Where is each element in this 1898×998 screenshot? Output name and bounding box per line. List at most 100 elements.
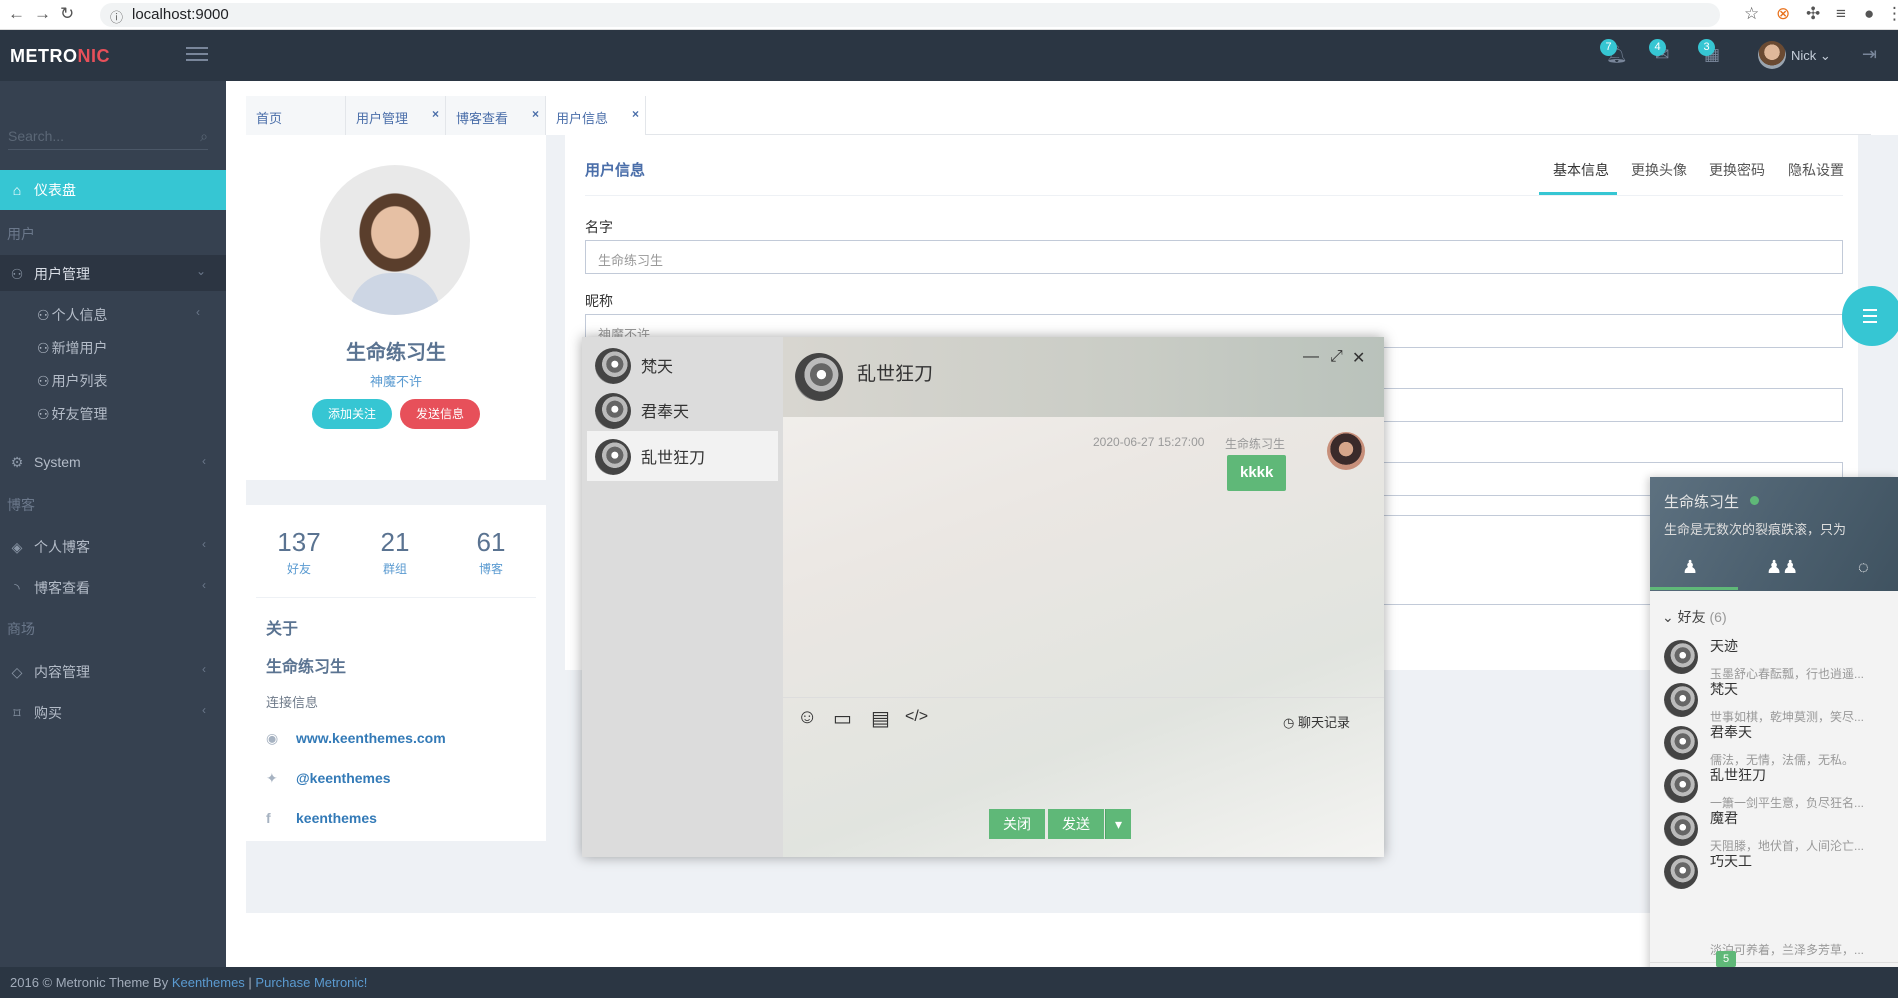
reload-icon[interactable]: ↻ bbox=[60, 4, 74, 24]
chat-close-button[interactable]: 关闭 bbox=[989, 809, 1045, 839]
sidebar-search-input[interactable]: Search... ⌕ bbox=[8, 122, 208, 150]
folder-icon[interactable]: ▤ bbox=[871, 706, 890, 731]
emoji-icon[interactable]: ☺ bbox=[797, 706, 817, 729]
tab-blog-view[interactable]: 博客查看 × bbox=[446, 96, 546, 135]
playlist-icon[interactable]: ≡ bbox=[1836, 4, 1846, 24]
user-icon: ⚇ bbox=[37, 307, 50, 323]
tag-icon: ⌑ bbox=[13, 705, 21, 721]
sidebar-item-buy[interactable]: ⌑ 购买 ‹ bbox=[0, 703, 226, 723]
sidebar-sub-user-list[interactable]: ⚇ 用户列表 bbox=[37, 371, 108, 391]
image-icon[interactable]: ▭ bbox=[833, 706, 852, 731]
send-message-button[interactable]: 发送信息 bbox=[400, 399, 480, 429]
tasks-button[interactable]: 3 ▦ bbox=[1698, 39, 1730, 67]
send-options-button[interactable]: ▾ bbox=[1105, 809, 1131, 839]
twitter-link[interactable]: ✦ @keenthemes bbox=[266, 770, 391, 787]
history-tab-icon[interactable]: ◌ bbox=[1858, 557, 1869, 578]
tab-user-info[interactable]: 用户信息 × bbox=[546, 96, 646, 135]
logo[interactable]: METRONIC bbox=[10, 46, 110, 67]
gear-icon: ⚙ bbox=[10, 454, 24, 470]
close-icon[interactable]: × bbox=[632, 107, 639, 121]
profile-name: 生命练习生 bbox=[346, 342, 446, 364]
sidebar-item-user-management[interactable]: ⚇ 用户管理 ⌄ bbox=[0, 255, 226, 291]
user-name[interactable]: Nick ⌄ bbox=[1791, 48, 1831, 64]
extension-icon[interactable]: ⊗ bbox=[1776, 4, 1790, 24]
tab-privacy[interactable]: 隐私设置 bbox=[1788, 160, 1844, 180]
message-avatar bbox=[1327, 432, 1365, 470]
website-link[interactable]: ◉ www.keenthemes.com bbox=[266, 730, 446, 747]
friend-group-header[interactable]: ⌄ 好友 (6) bbox=[1662, 607, 1727, 627]
tasks-badge: 3 bbox=[1698, 39, 1715, 56]
keenthemes-link[interactable]: Keenthemes bbox=[172, 975, 245, 990]
sidebar-item-my-blog[interactable]: ◈ 个人博客 ‹ bbox=[0, 537, 226, 557]
close-icon[interactable]: × bbox=[432, 107, 439, 121]
chat-toolbar: ☺ ▭ ▤ </> ◷ 聊天记录 bbox=[783, 697, 1384, 737]
sidebar-item-content[interactable]: ◇ 内容管理 ‹ bbox=[0, 662, 226, 682]
section-blog: 博客 bbox=[7, 497, 35, 513]
sidebar-item-system[interactable]: ⚙ System ‹ bbox=[0, 454, 226, 471]
im-signature[interactable]: 生命是无数次的裂痕跌滚，只为 bbox=[1664, 519, 1894, 538]
chat-contact-active[interactable]: 乱世狂刀 bbox=[587, 431, 778, 481]
user-avatar[interactable] bbox=[1758, 41, 1786, 69]
chat-history-button[interactable]: ◷ 聊天记录 bbox=[1283, 712, 1350, 731]
minimize-icon[interactable]: — bbox=[1303, 348, 1319, 366]
active-tab-indicator bbox=[1539, 192, 1617, 195]
follow-button[interactable]: 添加关注 bbox=[312, 399, 392, 429]
im-header: 生命练习生 生命是无数次的裂痕跌滚，只为 ♟ ♟♟ ◌ bbox=[1650, 477, 1898, 591]
inbox-button[interactable]: 4✉ bbox=[1649, 39, 1681, 67]
address-bar[interactable]: ⓘ localhost:9000 bbox=[100, 3, 1720, 27]
name-label: 名字 bbox=[585, 219, 613, 235]
info-icon: ⓘ bbox=[110, 10, 124, 25]
inbox-badge: 4 bbox=[1649, 39, 1666, 56]
chat-header: 乱世狂刀 — ⤢ ✕ bbox=[783, 337, 1384, 417]
quick-menu-button[interactable] bbox=[1842, 286, 1898, 346]
back-icon[interactable]: ← bbox=[8, 4, 25, 24]
purchase-link[interactable]: Purchase Metronic! bbox=[255, 975, 367, 990]
sidebar-item-blog-view[interactable]: ◝ 博客查看 ‹ bbox=[0, 578, 226, 598]
sidebar-sub-profile[interactable]: ⚇ 个人信息 bbox=[37, 305, 108, 325]
notification-button[interactable]: 7 🔔︎ bbox=[1600, 39, 1632, 67]
name-field[interactable]: 生命练习生 bbox=[585, 240, 1843, 274]
user-icon: ⚇ bbox=[37, 340, 50, 356]
facebook-link[interactable]: f keenthemes bbox=[266, 810, 377, 826]
groups-tab-icon[interactable]: ♟♟ bbox=[1766, 557, 1798, 578]
code-icon[interactable]: </> bbox=[905, 708, 928, 726]
chat-main: 乱世狂刀 — ⤢ ✕ 2020-06-27 15:27:00 生命练习生 kkk… bbox=[783, 337, 1384, 857]
avatar bbox=[1664, 855, 1698, 889]
chat-contact[interactable]: 君奉天 bbox=[587, 385, 778, 435]
tab-change-password[interactable]: 更换密码 bbox=[1709, 160, 1765, 180]
close-icon[interactable]: ✕ bbox=[1352, 348, 1365, 368]
maximize-icon[interactable]: ⤢ bbox=[1330, 348, 1343, 366]
tab-basic-info[interactable]: 基本信息 bbox=[1553, 160, 1609, 180]
contact-title: 连接信息 bbox=[266, 695, 319, 710]
user-icon: ⚇ bbox=[37, 373, 50, 389]
logout-icon[interactable]: ⇥ bbox=[1862, 44, 1877, 65]
active-tab-indicator bbox=[1650, 587, 1738, 590]
menu-dots-icon[interactable]: ⋮ bbox=[1886, 4, 1898, 24]
message-user: 生命练习生 bbox=[1225, 437, 1286, 451]
chat-send-button[interactable]: 发送 bbox=[1048, 809, 1104, 839]
friends-tab-icon[interactable]: ♟ bbox=[1682, 557, 1698, 578]
chat-contact[interactable]: 梵天 bbox=[587, 340, 778, 390]
friend-item[interactable]: 天阻滕，地伏首，人间沦亡... 巧天工 bbox=[1664, 839, 1894, 899]
search-icon[interactable]: ⌕ bbox=[200, 128, 208, 145]
tab-user-management[interactable]: 用户管理 × bbox=[346, 96, 446, 135]
tab-change-avatar[interactable]: 更换头像 bbox=[1631, 160, 1687, 180]
puzzle-icon[interactable]: ✣ bbox=[1806, 4, 1820, 24]
close-icon[interactable]: × bbox=[532, 107, 539, 121]
forward-icon[interactable]: → bbox=[34, 4, 51, 24]
twitter-icon: ✦ bbox=[266, 770, 278, 786]
star-icon[interactable]: ☆ bbox=[1744, 4, 1759, 24]
sidebar-sub-add-user[interactable]: ⚇ 新增用户 bbox=[37, 338, 108, 358]
avatar bbox=[1664, 640, 1698, 674]
about-card: 137 好友 21 群组 61 博客 关于 生命练习生 连接信息 ◉ www.keent… bbox=[246, 505, 546, 841]
menu-toggle-icon[interactable] bbox=[186, 47, 208, 63]
profile-icon[interactable]: ● bbox=[1864, 4, 1874, 24]
url-text[interactable]: localhost:9000 bbox=[132, 6, 229, 23]
avatar bbox=[1664, 726, 1698, 760]
chevron-left-icon: ‹ bbox=[196, 305, 200, 319]
avatar bbox=[595, 348, 631, 384]
sidebar-item-dashboard[interactable]: ⌂ 仪表盘 bbox=[0, 170, 226, 210]
sidebar-sub-friends[interactable]: ⚇ 好友管理 bbox=[37, 404, 108, 424]
tab-home[interactable]: 首页 bbox=[246, 96, 346, 135]
caret-down-icon: ▾ bbox=[1114, 816, 1123, 832]
